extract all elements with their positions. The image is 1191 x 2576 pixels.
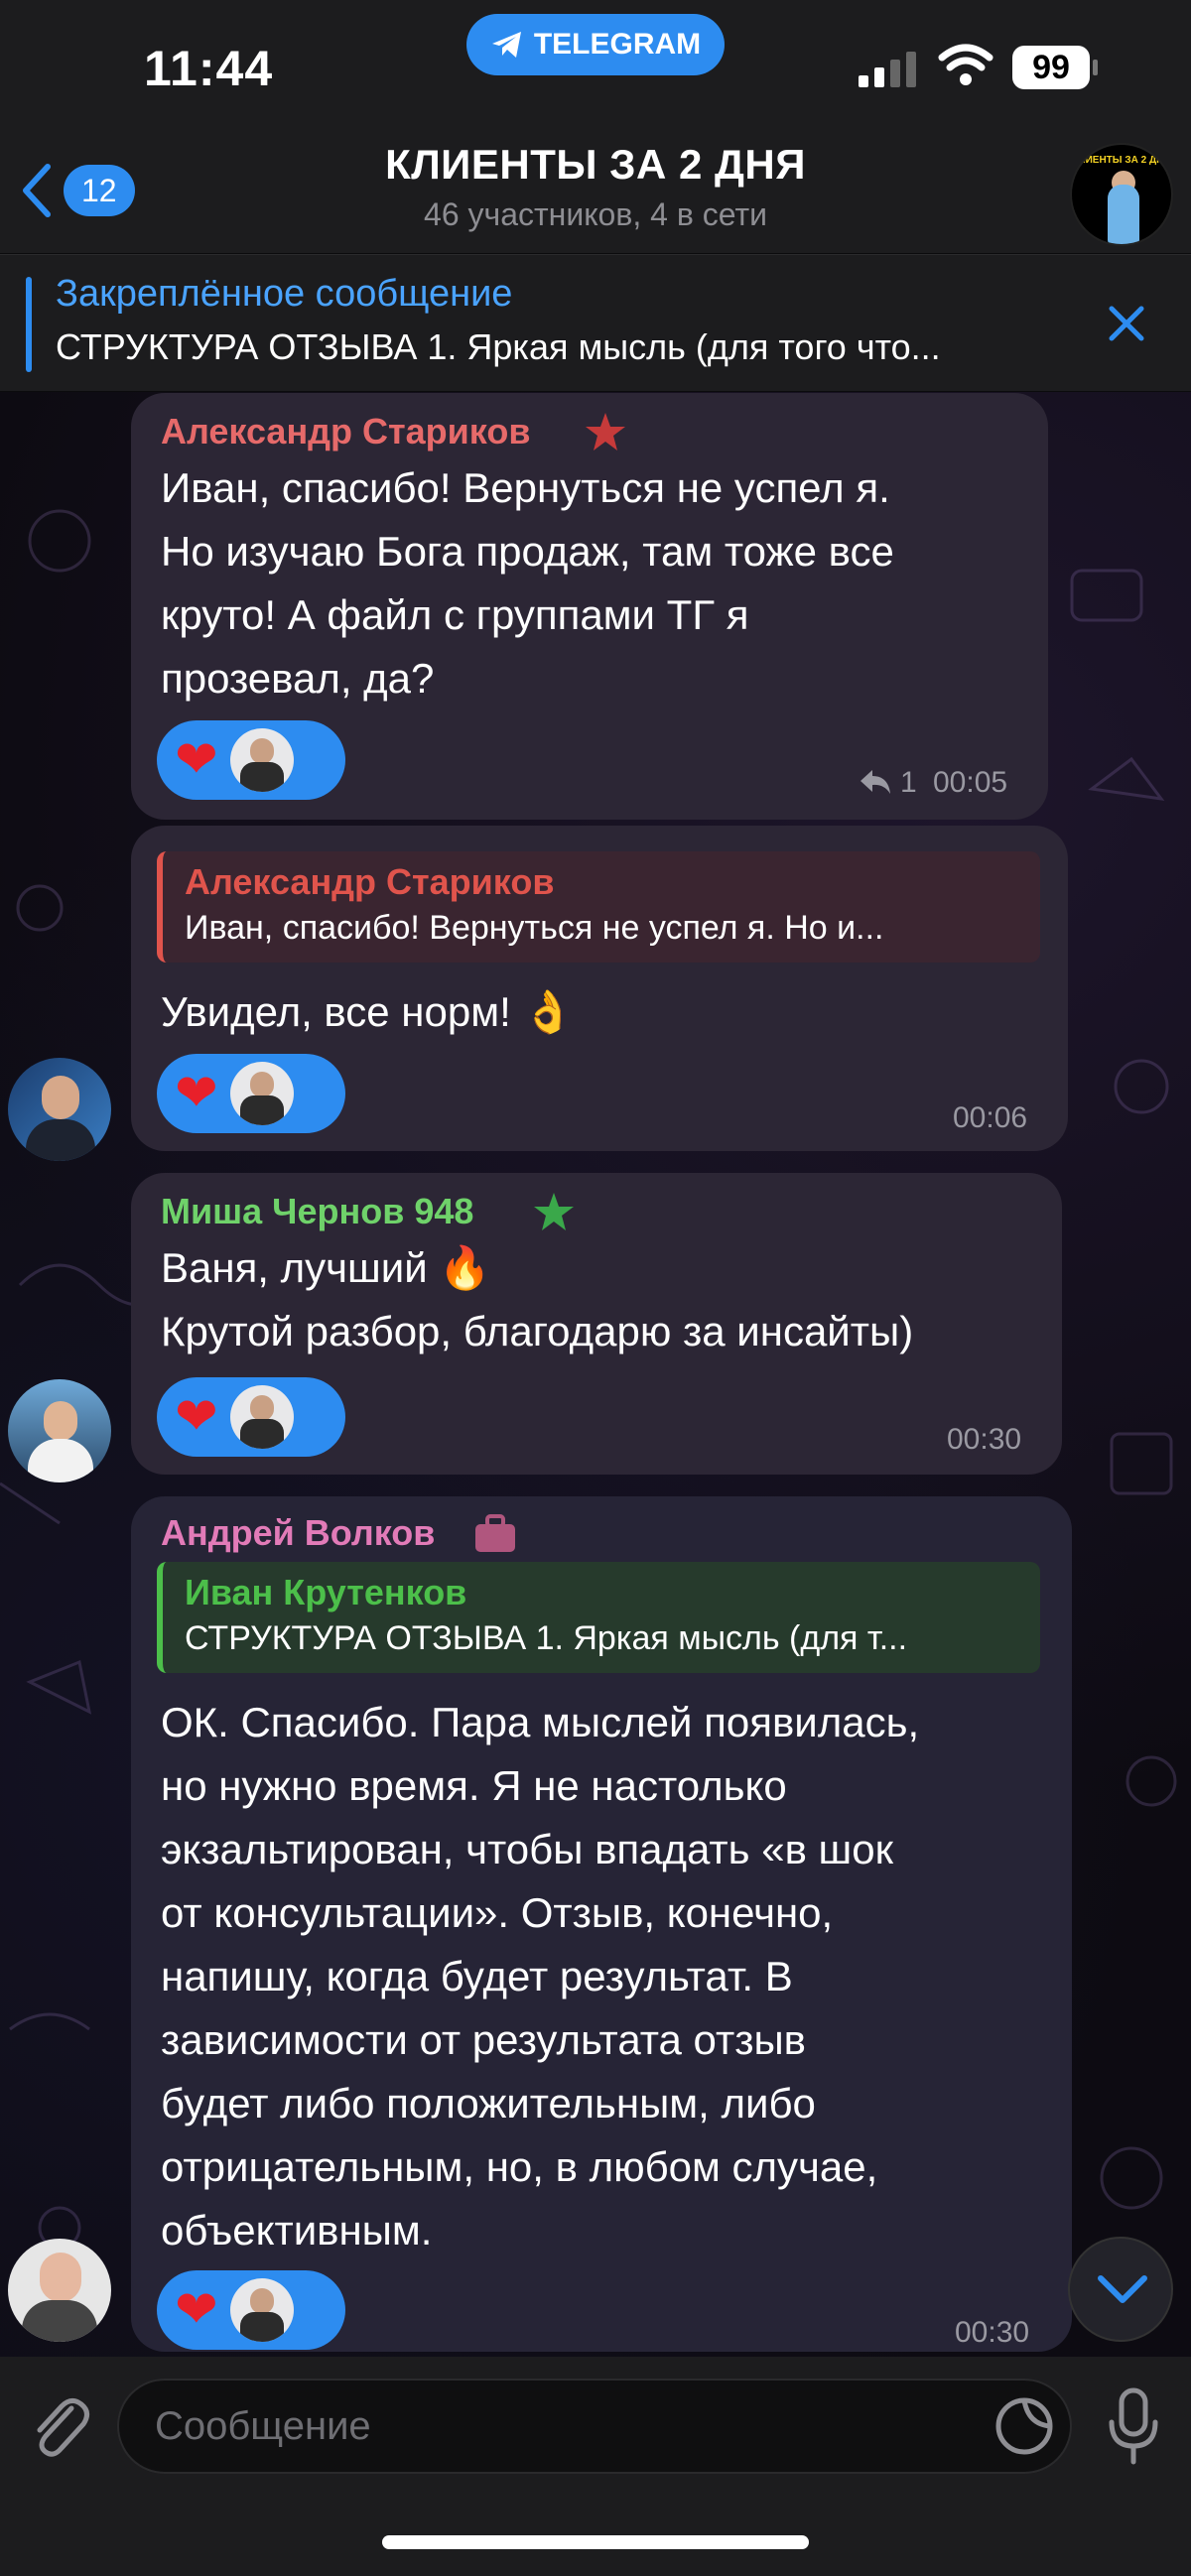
telegram-pill[interactable]: TELEGRAM <box>466 14 725 75</box>
pinned-message-bar[interactable]: Закреплённое сообщение СТРУКТУРА ОТЗЫВА … <box>0 254 1191 391</box>
reply-quote[interactable]: Иван Крутенков СТРУКТУРА ОТЗЫВА 1. Яркая… <box>157 1562 1040 1673</box>
sender-name[interactable]: Андрей Волков <box>161 1512 435 1554</box>
reply-arrow-icon <box>860 770 890 794</box>
chat-title[interactable]: КЛИЕНТЫ ЗА 2 ДНЯ <box>0 141 1191 189</box>
reply-snippet: СТРУКТУРА ОТЗЫВА 1. Яркая мысль (для т..… <box>185 1619 908 1657</box>
star-icon <box>534 1193 574 1230</box>
message-text: Увидел, все норм! 👌 <box>161 988 575 1035</box>
chat-avatar[interactable]: КЛИЕНТЫ ЗА 2 ДНЯ <box>1070 143 1173 246</box>
reaction-pill[interactable]: ❤ <box>157 1377 345 1457</box>
microphone-icon[interactable] <box>1104 2386 1163 2466</box>
home-indicator <box>382 2535 809 2549</box>
chevron-down-icon <box>1098 2275 1147 2303</box>
message-text: Иван, спасибо! Вернуться не успел я. Но и… <box>161 464 894 702</box>
composer-bar <box>0 2357 1191 2576</box>
heart-icon: ❤ <box>175 1388 218 1446</box>
telegram-plane-icon <box>491 32 521 58</box>
status-bar: 11:44 TELEGRAM 99 <box>0 0 1191 139</box>
pinned-text: СТРУКТУРА ОТЗЫВА 1. Яркая мысль (для тог… <box>56 326 941 367</box>
message-time: 00:06 <box>953 1101 1028 1134</box>
reaction-pill[interactable]: ❤ <box>157 720 345 800</box>
wifi-icon <box>938 44 993 85</box>
avatar[interactable] <box>8 2239 111 2342</box>
message-input[interactable] <box>117 2379 1072 2474</box>
message-time: 00:30 <box>955 2316 1030 2349</box>
message-bubble[interactable]: Александр Стариков Иван, спасибо! Вернут… <box>131 393 1048 820</box>
heart-icon: ❤ <box>175 731 218 789</box>
reply-sender: Александр Стариков <box>185 861 555 902</box>
message-time: 00:30 <box>947 1423 1022 1456</box>
heart-icon: ❤ <box>175 2281 218 2339</box>
message-time: 00:05 <box>933 766 1008 799</box>
reaction-pill[interactable]: ❤ <box>157 2270 345 2350</box>
chat-avatar-label: КЛИЕНТЫ ЗА 2 ДНЯ <box>1072 155 1171 166</box>
sender-name[interactable]: Александр Стариков <box>161 411 530 452</box>
status-time: 11:44 <box>144 41 274 96</box>
signal-icon <box>859 48 916 87</box>
reactor-avatar <box>229 1385 294 1449</box>
heart-icon: ❤ <box>175 1065 218 1122</box>
message-bubble[interactable]: Александр Стариков Иван, спасибо! Вернут… <box>131 826 1068 1151</box>
reactor-avatar <box>229 2278 294 2342</box>
reply-snippet: Иван, спасибо! Вернуться не успел я. Но … <box>185 909 884 947</box>
chat-subtitle: 46 участников, 4 в сети <box>424 196 767 232</box>
message-text: Ваня, лучший 🔥 Крутой разбор, благодарю з… <box>161 1244 914 1354</box>
avatar[interactable] <box>8 1058 111 1161</box>
close-icon[interactable] <box>1102 299 1151 348</box>
reactor-avatar <box>229 728 294 792</box>
message-text: ОК. Спасибо. Пара мыслей появилась, но ну… <box>161 1699 920 2254</box>
message-bubble[interactable]: Миша Чернов 948 Ваня, лучший 🔥 Крутой раз… <box>131 1173 1062 1475</box>
pinned-title: Закреплённое сообщение <box>56 273 513 315</box>
briefcase-icon <box>475 1514 515 1552</box>
reply-sender: Иван Крутенков <box>185 1572 467 1612</box>
chat-header: 12 КЛИЕНТЫ ЗА 2 ДНЯ 46 участников, 4 в с… <box>0 139 1191 253</box>
reaction-pill[interactable]: ❤ <box>157 1054 345 1133</box>
reply-count[interactable]: 1 <box>900 766 917 800</box>
telegram-pill-label: TELEGRAM <box>533 28 702 61</box>
reactor-avatar <box>229 1062 294 1125</box>
sender-name[interactable]: Миша Чернов 948 <box>161 1191 473 1232</box>
message-bubble[interactable]: Андрей Волков Иван Крутенков СТРУКТУРА О… <box>131 1496 1072 2352</box>
battery-icon: 99 <box>1012 46 1098 89</box>
star-icon <box>586 413 625 451</box>
reply-quote[interactable]: Александр Стариков Иван, спасибо! Вернут… <box>157 851 1040 963</box>
sticker-icon[interactable] <box>992 2394 1056 2458</box>
pinned-indicator <box>26 277 32 372</box>
paperclip-icon[interactable] <box>28 2390 91 2464</box>
scroll-down-button[interactable] <box>1068 2237 1173 2342</box>
avatar[interactable] <box>8 1379 111 1482</box>
